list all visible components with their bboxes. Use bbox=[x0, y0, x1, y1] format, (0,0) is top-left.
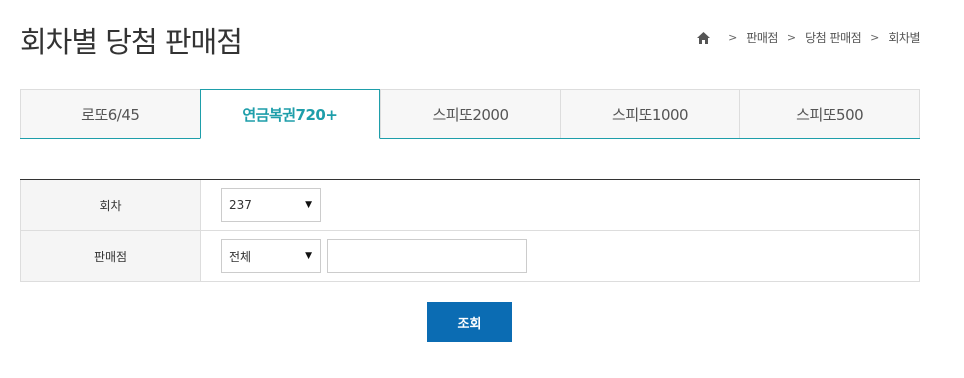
store-region-select[interactable]: 전체 ▼ bbox=[221, 239, 321, 273]
home-icon[interactable] bbox=[697, 32, 711, 44]
breadcrumb-separator: > bbox=[786, 31, 797, 44]
form-row-round: 회차 237 ▼ bbox=[20, 180, 920, 231]
breadcrumb: > 판매점 > 당첨 판매점 > 회차별 bbox=[697, 28, 920, 48]
breadcrumb-item-by-round[interactable]: 회차별 bbox=[888, 28, 920, 48]
page-title: 회차별 당첨 판매점 bbox=[20, 25, 243, 59]
search-form: 회차 237 ▼ 판매점 전체 ▼ bbox=[20, 179, 920, 282]
breadcrumb-separator: > bbox=[870, 31, 880, 44]
round-label: 회차 bbox=[21, 180, 201, 230]
store-label: 판매점 bbox=[21, 231, 201, 281]
breadcrumb-item-stores[interactable]: 판매점 bbox=[746, 28, 778, 48]
store-name-input[interactable] bbox=[327, 239, 527, 273]
search-button[interactable]: 조회 bbox=[427, 302, 512, 342]
tab-pension720[interactable]: 연금복권720+ bbox=[199, 89, 381, 139]
round-select-value: 237 bbox=[229, 198, 252, 212]
tab-speetto2000[interactable]: 스피또2000 bbox=[380, 89, 560, 138]
breadcrumb-item-winning-stores[interactable]: 당첨 판매점 bbox=[805, 28, 862, 48]
tab-speetto1000[interactable]: 스피또1000 bbox=[559, 89, 740, 138]
store-value-cell: 전체 ▼ bbox=[201, 231, 919, 281]
caret-down-icon: ▼ bbox=[305, 200, 312, 210]
breadcrumb-separator: > bbox=[728, 31, 738, 44]
tab-lotto645[interactable]: 로또6/45 bbox=[20, 89, 200, 138]
round-select[interactable]: 237 ▼ bbox=[221, 188, 321, 222]
round-value-cell: 237 ▼ bbox=[201, 180, 919, 230]
tab-speetto500[interactable]: 스피또500 bbox=[739, 89, 920, 138]
form-row-store: 판매점 전체 ▼ bbox=[20, 231, 920, 282]
store-region-select-value: 전체 bbox=[229, 249, 252, 264]
page: 회차별 당첨 판매점 > 판매점 > 당첨 판매점 > 회차별 로또6/45 연… bbox=[0, 0, 964, 378]
lottery-tabs: 로또6/45 연금복권720+ 스피또2000 스피또1000 스피또500 bbox=[20, 89, 920, 139]
caret-down-icon: ▼ bbox=[305, 251, 312, 261]
